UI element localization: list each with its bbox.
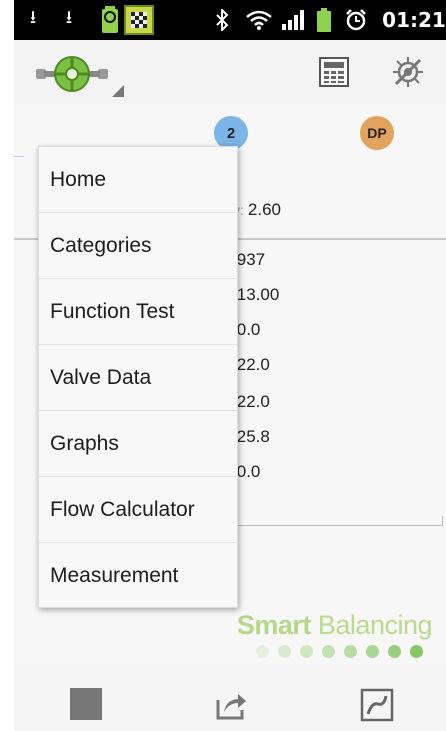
wifi-icon — [244, 0, 274, 40]
brand-logo: Smart Balancing — [236, 610, 433, 641]
value-text: 937 — [236, 250, 266, 269]
brand-dot — [300, 645, 313, 658]
valve-settings-icon[interactable] — [390, 54, 426, 90]
bluetooth-icon — [212, 0, 232, 40]
battery-icon — [314, 0, 334, 40]
menu-item-function-test[interactable]: Function Test — [39, 279, 237, 345]
share-icon[interactable] — [214, 688, 248, 722]
status-bar: ⭳ ⭳ 01:21 — [14, 0, 446, 40]
brand-smart: Smart — [236, 610, 312, 640]
brand-dot — [278, 645, 291, 658]
kv-value: 2.60 — [247, 200, 281, 219]
menu-item-graphs[interactable]: Graphs — [39, 411, 237, 477]
app-screen: 2 DP kv:2.60 :937 :13.00 :0.0 :22.0 :22.… — [14, 40, 446, 731]
value-text: 22.0 — [236, 392, 270, 411]
value-text: 0.0 — [236, 320, 261, 339]
divider — [14, 156, 24, 157]
app-notification-icon — [124, 0, 154, 40]
action-bar — [14, 40, 446, 104]
menu-item-valve-data[interactable]: Valve Data — [39, 345, 237, 411]
signal-icon — [280, 0, 306, 40]
download-icon: ⭳ — [65, 7, 73, 27]
clock-time: 01:21 — [382, 8, 446, 32]
device-number-badge[interactable]: 2 — [214, 116, 248, 150]
bottom-bar — [14, 664, 446, 731]
menu-item-home[interactable]: Home — [39, 147, 237, 213]
value-text: 25.8 — [236, 427, 270, 446]
stop-icon[interactable] — [70, 688, 102, 720]
calculator-icon[interactable] — [318, 56, 350, 88]
value-text: 0.0 — [236, 462, 261, 481]
battery-alert-icon — [98, 0, 122, 40]
brand-dot — [366, 645, 379, 658]
value-text: 22.0 — [236, 355, 270, 374]
brand-dots — [256, 645, 423, 658]
value-chart-frame — [236, 516, 443, 526]
brand-balancing: Balancing — [317, 610, 433, 640]
expand-icon[interactable] — [360, 688, 394, 722]
brand-dot — [256, 645, 269, 658]
alarm-icon — [344, 0, 368, 40]
download-icon: ⭳ — [29, 7, 37, 27]
navigation-dropdown: Home Categories Function Test Valve Data… — [38, 146, 238, 608]
dropdown-caret-icon[interactable] — [112, 84, 124, 97]
brand-dot — [322, 645, 335, 658]
brand-dot — [410, 645, 423, 658]
brand-dot — [388, 645, 401, 658]
dp-badge[interactable]: DP — [360, 116, 394, 150]
brand-dot — [344, 645, 357, 658]
menu-item-flow-calculator[interactable]: Flow Calculator — [39, 477, 237, 543]
valve-logo-icon[interactable] — [32, 52, 112, 96]
menu-item-measurement[interactable]: Measurement — [39, 543, 237, 609]
menu-item-categories[interactable]: Categories — [39, 213, 237, 279]
value-text: 13.00 — [236, 285, 280, 304]
